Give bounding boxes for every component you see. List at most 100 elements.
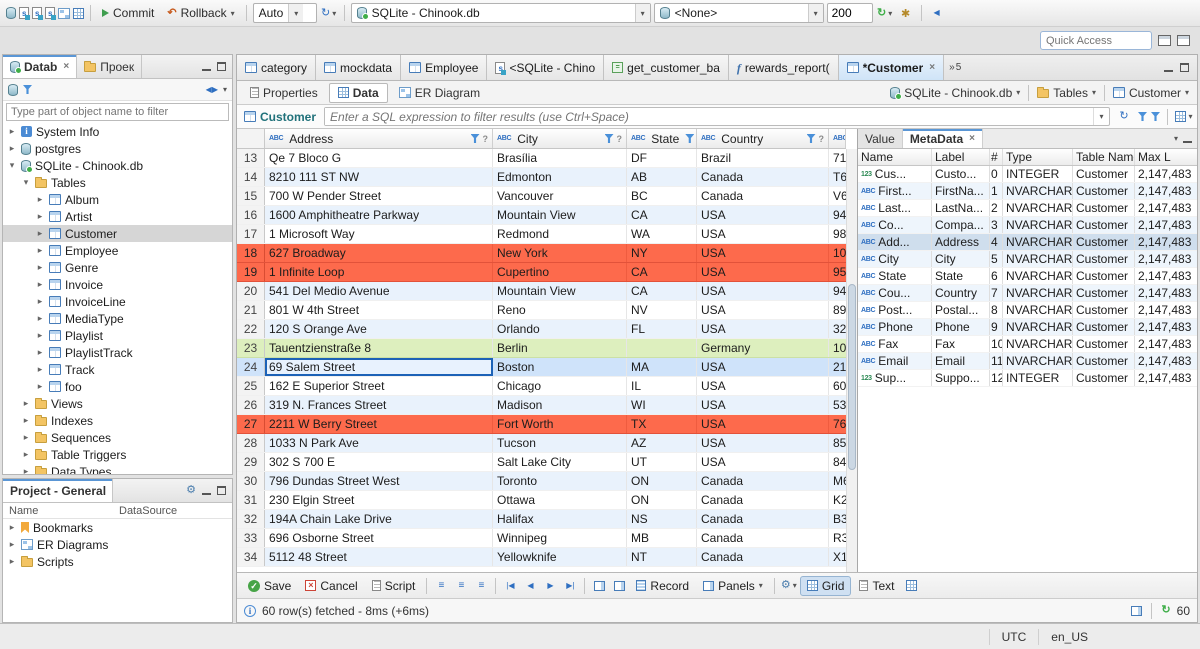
metadata-ordinal[interactable]: 7 — [990, 285, 1003, 301]
row-number[interactable]: 23 — [237, 339, 265, 357]
breadcrumb-tables[interactable]: Tables ▾ — [1037, 86, 1096, 100]
scrollbar-thumb[interactable] — [848, 284, 856, 471]
grid-cell[interactable]: Canada — [697, 548, 829, 566]
open-perspective-icon[interactable] — [1158, 35, 1171, 46]
metadata-label[interactable]: LastNa... — [932, 200, 990, 216]
grid-cell[interactable]: T6 — [829, 168, 846, 186]
row-number[interactable]: 13 — [237, 149, 265, 167]
metadata-ordinal[interactable]: 2 — [990, 200, 1003, 216]
tree-item-employee[interactable]: ▸ Employee — [3, 242, 232, 259]
row-number[interactable]: 28 — [237, 434, 265, 452]
table-row[interactable]: 26 319 N. Frances Street Madison WI USA 53 — [237, 396, 846, 415]
grid-cell[interactable]: Toronto — [493, 472, 627, 490]
tree-item-views[interactable]: ▸ Views — [3, 395, 232, 412]
grid-cell[interactable]: 1033 N Park Ave — [265, 434, 493, 452]
metadata-column-item[interactable]: # — [990, 149, 1003, 165]
expander-icon[interactable]: ▸ — [35, 313, 45, 324]
tree-item-mediatype[interactable]: ▸ MediaType — [3, 310, 232, 327]
metadata-row[interactable]: ABC City City 5 NVARCHAR Customer 2,147,483 — [858, 251, 1197, 268]
metadata-row[interactable]: ABC Last... LastNa... 2 NVARCHAR Customer 2,14… — [858, 200, 1197, 217]
tree-item-table-triggers[interactable]: ▸ Table Triggers — [3, 446, 232, 463]
expander-icon[interactable]: ▸ — [35, 381, 45, 392]
grid-cell[interactable]: Vancouver — [493, 187, 627, 205]
grid-cell[interactable]: 696 Osborne Street — [265, 529, 493, 547]
dbeaver-perspective-icon[interactable] — [1177, 35, 1190, 46]
grid-cell[interactable]: CA — [627, 263, 697, 281]
editor-tab-customer[interactable]: *Customer × — [838, 55, 945, 80]
tab-overflow[interactable]: » 5 — [944, 55, 966, 80]
help-icon[interactable]: ? — [617, 134, 623, 144]
metadata-type[interactable]: NVARCHAR — [1003, 285, 1073, 301]
view-menu-icon[interactable]: ▾ — [223, 85, 227, 94]
tab-database-navigator[interactable]: Datab × — [3, 55, 78, 78]
table-row[interactable]: 18 627 Broadway New York NY USA 10 — [237, 244, 846, 263]
row-number[interactable]: 20 — [237, 282, 265, 300]
apply-filter-icon[interactable] — [1138, 112, 1147, 121]
row-number-header[interactable] — [237, 129, 265, 148]
grid-cell[interactable]: USA — [697, 282, 829, 300]
row-number[interactable]: 27 — [237, 415, 265, 433]
metadata-row[interactable]: ABC Email Email 11 NVARCHAR Customer 2,147,483 — [858, 353, 1197, 370]
grid-cell[interactable]: 94 — [829, 282, 846, 300]
project-item-bookmarks[interactable]: ▸ Bookmarks — [3, 519, 232, 536]
metadata-name-cell[interactable]: ABC Last... — [858, 200, 932, 216]
expander-icon[interactable]: ▸ — [7, 522, 17, 533]
metadata-label[interactable]: Custo... — [932, 166, 990, 182]
expander-icon[interactable]: ▸ — [35, 364, 45, 375]
sql-filter-input[interactable] — [325, 108, 1093, 125]
metadata-label[interactable]: State — [932, 268, 990, 284]
gear-icon[interactable]: ⚙ — [186, 485, 196, 496]
row-number[interactable]: 32 — [237, 510, 265, 528]
grid-cell[interactable]: USA — [697, 415, 829, 433]
metadata-label[interactable]: FirstNa... — [932, 183, 990, 199]
grid-cell[interactable]: MB — [627, 529, 697, 547]
table-row[interactable]: 24 69 Salem Street Boston MA USA 21 — [237, 358, 846, 377]
metadata-type[interactable]: INTEGER — [1003, 370, 1073, 386]
table-row[interactable]: 34 5112 48 Street Yellowknife NT Canada X1 — [237, 548, 846, 567]
grid-cell[interactable]: 796 Dundas Street West — [265, 472, 493, 490]
grid-cell[interactable]: USA — [697, 396, 829, 414]
grid-cell[interactable]: V6 — [829, 187, 846, 205]
row-number[interactable]: 34 — [237, 548, 265, 566]
metadata-type[interactable]: INTEGER — [1003, 166, 1073, 182]
grid-cell[interactable]: ON — [627, 491, 697, 509]
grid-cell[interactable]: Tauentzienstraße 8 — [265, 339, 493, 357]
column-datasource[interactable]: DataSource — [113, 505, 183, 517]
row-number[interactable]: 33 — [237, 529, 265, 547]
grid-cell[interactable]: NY — [627, 244, 697, 262]
fetch-all-rows-icon[interactable]: ≡ — [452, 576, 470, 596]
metadata-ordinal[interactable]: 1 — [990, 183, 1003, 199]
tree-item-foo[interactable]: ▸ foo — [3, 378, 232, 395]
metadata-ordinal[interactable]: 9 — [990, 319, 1003, 335]
metadata-row[interactable]: ABC Phone Phone 9 NVARCHAR Customer 2,147,483 — [858, 319, 1197, 336]
table-row[interactable]: 15 700 W Pender Street Vancouver BC Canada V6 — [237, 187, 846, 206]
metadata-type[interactable]: NVARCHAR — [1003, 234, 1073, 250]
expander-icon[interactable]: ▸ — [35, 330, 45, 341]
table-row[interactable]: 25 162 E Superior Street Chicago IL USA 60 — [237, 377, 846, 396]
metadata-name-cell[interactable]: ABC Post... — [858, 302, 932, 318]
grid-cell[interactable]: DF — [627, 149, 697, 167]
expander-icon[interactable]: ▸ — [21, 415, 31, 426]
grid-cell[interactable]: WI — [627, 396, 697, 414]
tab-data[interactable]: Data — [328, 82, 388, 103]
tree-item-data-types[interactable]: ▸ Data Types — [3, 463, 232, 474]
grid-cell[interactable]: 319 N. Frances Street — [265, 396, 493, 414]
metadata-table[interactable]: Customer — [1073, 319, 1135, 335]
filter-icon[interactable] — [604, 134, 614, 143]
expander-icon[interactable]: ▸ — [7, 126, 17, 137]
metadata-column-type[interactable]: Type — [1003, 149, 1073, 165]
grid-cell[interactable]: USA — [697, 434, 829, 452]
table-row[interactable]: 28 1033 N Park Ave Tucson AZ USA 85 — [237, 434, 846, 453]
tree-item-postgres[interactable]: ▸ postgres — [3, 140, 232, 157]
metadata-label[interactable]: Country — [932, 285, 990, 301]
table-row[interactable]: 19 1 Infinite Loop Cupertino CA USA 95 — [237, 263, 846, 282]
metadata-table[interactable]: Customer — [1073, 217, 1135, 233]
row-number[interactable]: 14 — [237, 168, 265, 186]
row-number[interactable]: 15 — [237, 187, 265, 205]
show-in-panel-icon[interactable] — [610, 576, 628, 596]
grid-cell[interactable]: R3 — [829, 529, 846, 547]
grid-cell[interactable]: 302 S 700 E — [265, 453, 493, 471]
metadata-maxlen[interactable]: 2,147,483 — [1135, 183, 1197, 199]
last-row-icon[interactable]: ▶| — [561, 576, 579, 596]
grid-cell[interactable]: Canada — [697, 187, 829, 205]
